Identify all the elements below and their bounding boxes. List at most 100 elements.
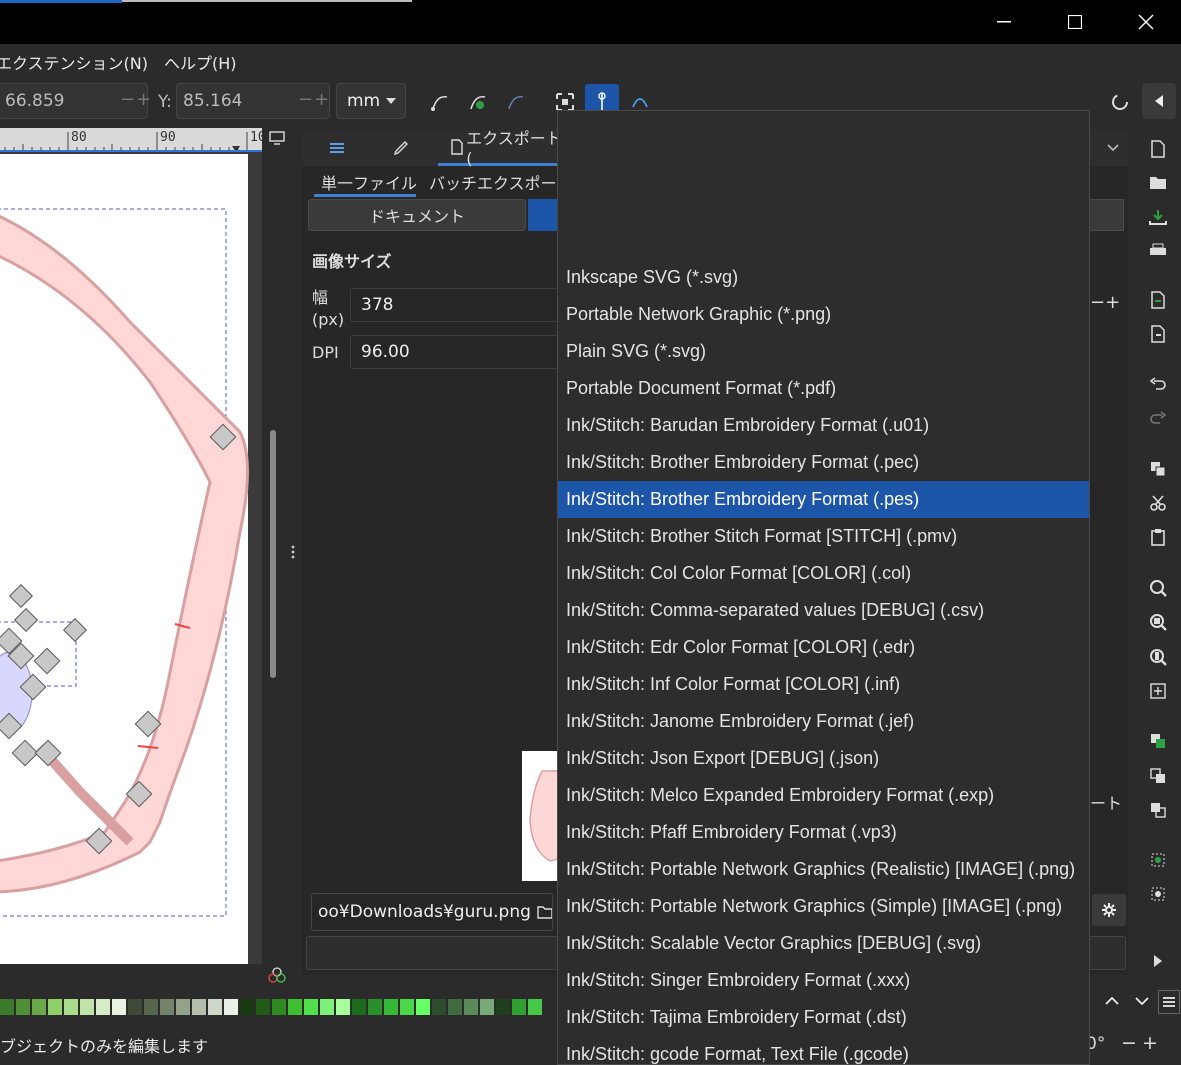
file-type-option[interactable]: Inkscape SVG (*.svg) bbox=[558, 259, 1089, 296]
display-mode-button[interactable] bbox=[266, 128, 288, 148]
area-page-button[interactable] bbox=[528, 199, 558, 231]
tab-layers[interactable] bbox=[318, 130, 356, 166]
clone-button[interactable] bbox=[1147, 765, 1169, 787]
palette-swatch[interactable] bbox=[496, 999, 510, 1015]
width-increment-button[interactable]: + bbox=[1105, 292, 1120, 313]
node-tool-1-button[interactable] bbox=[428, 90, 452, 114]
cut-button[interactable] bbox=[1147, 492, 1169, 514]
print-button[interactable] bbox=[1147, 240, 1169, 262]
palette-swatch[interactable] bbox=[80, 999, 94, 1015]
palette-swatch[interactable] bbox=[160, 999, 174, 1015]
palette-swatch[interactable] bbox=[208, 999, 222, 1015]
unit-select[interactable]: mm bbox=[336, 83, 406, 119]
palette-swatch[interactable] bbox=[128, 999, 142, 1015]
node-tool-2-button[interactable] bbox=[466, 90, 490, 114]
palette-swatch[interactable] bbox=[464, 999, 478, 1015]
file-type-option[interactable]: Ink/Stitch: Json Export [DEBUG] (.json) bbox=[558, 740, 1089, 777]
palette-swatch[interactable] bbox=[320, 999, 334, 1015]
palette-swatch[interactable] bbox=[480, 999, 494, 1015]
y-increment-button[interactable]: + bbox=[314, 89, 329, 110]
tab-batch-export[interactable]: バッチエクスポート bbox=[429, 170, 573, 194]
canvas-vertical-scrollbar[interactable] bbox=[270, 430, 276, 678]
file-type-option[interactable]: Ink/Stitch: Melco Expanded Embroidery Fo… bbox=[558, 777, 1089, 814]
dialog-menu-button[interactable] bbox=[1098, 134, 1128, 162]
area-document-button[interactable]: ドキュメント bbox=[308, 199, 526, 231]
width-stepper[interactable]: −+ bbox=[1090, 292, 1120, 313]
palette-swatch[interactable] bbox=[16, 999, 30, 1015]
palette-swatch[interactable] bbox=[272, 999, 286, 1015]
more-commands-button[interactable] bbox=[1147, 950, 1169, 972]
palette-swatch[interactable] bbox=[112, 999, 126, 1015]
palette-swatch[interactable] bbox=[416, 999, 430, 1015]
palette-swatch[interactable] bbox=[0, 999, 14, 1015]
palette-swatch[interactable] bbox=[384, 999, 398, 1015]
tab-fill-stroke[interactable] bbox=[382, 130, 420, 166]
rotation-increment-button[interactable]: + bbox=[1142, 1032, 1158, 1054]
dpi-input[interactable]: 96.00 bbox=[350, 335, 560, 369]
file-type-option[interactable]: Ink/Stitch: Janome Embroidery Format (.j… bbox=[558, 703, 1089, 740]
zoom-center-button[interactable] bbox=[1147, 680, 1169, 702]
color-palette[interactable] bbox=[0, 999, 560, 1017]
duplicate-button[interactable] bbox=[1147, 730, 1169, 752]
x-increment-button[interactable]: + bbox=[136, 89, 151, 110]
minimize-button[interactable] bbox=[969, 0, 1039, 44]
palette-swatch[interactable] bbox=[528, 999, 542, 1015]
zoom-page-button[interactable] bbox=[1147, 646, 1169, 668]
menu-help[interactable]: ヘルプ(H) bbox=[156, 50, 245, 74]
save-button[interactable] bbox=[1147, 206, 1169, 228]
color-manage-button[interactable] bbox=[266, 965, 288, 985]
palette-swatch[interactable] bbox=[96, 999, 110, 1015]
copy-button[interactable] bbox=[1147, 458, 1169, 480]
palette-swatch[interactable] bbox=[336, 999, 350, 1015]
palette-swatch[interactable] bbox=[176, 999, 190, 1015]
file-type-option[interactable]: Ink/Stitch: Brother Stitch Format [STITC… bbox=[558, 518, 1089, 555]
palette-swatch[interactable] bbox=[192, 999, 206, 1015]
file-type-option[interactable]: Portable Document Format (*.pdf) bbox=[558, 370, 1089, 407]
palette-scroll-down-button[interactable] bbox=[1130, 990, 1154, 1012]
menu-extensions[interactable]: エクステンション(N) bbox=[0, 50, 156, 74]
palette-swatch[interactable] bbox=[48, 999, 62, 1015]
import-button[interactable] bbox=[1147, 289, 1169, 311]
file-type-option[interactable]: Portable Network Graphic (*.png) bbox=[558, 296, 1089, 333]
rotation-decrement-button[interactable]: − bbox=[1121, 1032, 1137, 1054]
width-decrement-button[interactable]: − bbox=[1090, 292, 1105, 313]
palette-scroll-up-button[interactable] bbox=[1100, 990, 1124, 1012]
y-decrement-button[interactable]: − bbox=[298, 89, 313, 110]
file-type-option[interactable]: Ink/Stitch: Pfaff Embroidery Format (.vp… bbox=[558, 814, 1089, 851]
file-type-option[interactable]: Ink/Stitch: Col Color Format [COLOR] (.c… bbox=[558, 555, 1089, 592]
export-button-label-partial[interactable]: ート bbox=[1090, 790, 1122, 814]
palette-swatch[interactable] bbox=[352, 999, 366, 1015]
file-type-option[interactable]: Ink/Stitch: Comma-separated values [DEBU… bbox=[558, 592, 1089, 629]
ungroup-button[interactable] bbox=[1147, 883, 1169, 905]
palette-swatch[interactable] bbox=[368, 999, 382, 1015]
palette-swatch[interactable] bbox=[256, 999, 270, 1015]
file-type-option[interactable]: Plain SVG (*.svg) bbox=[558, 333, 1089, 370]
expand-toolbar-button[interactable] bbox=[1142, 83, 1176, 119]
file-type-option[interactable]: Ink/Stitch: Brother Embroidery Format (.… bbox=[558, 444, 1089, 481]
drawing-canvas[interactable] bbox=[0, 152, 262, 964]
palette-swatch[interactable] bbox=[144, 999, 158, 1015]
width-input[interactable]: 378 bbox=[350, 288, 560, 322]
file-type-option[interactable]: Ink/Stitch: gcode Format, Text File (.gc… bbox=[558, 1036, 1089, 1064]
tab-export[interactable]: エクスポート( bbox=[438, 129, 562, 168]
file-type-option[interactable]: Ink/Stitch: Portable Network Graphics (S… bbox=[558, 888, 1089, 925]
palette-swatch[interactable] bbox=[448, 999, 462, 1015]
filename-input[interactable]: oo¥Downloads¥guru.png bbox=[311, 893, 553, 931]
new-document-button[interactable] bbox=[1147, 138, 1169, 160]
palette-swatch[interactable] bbox=[64, 999, 78, 1015]
open-button[interactable] bbox=[1147, 172, 1169, 194]
file-type-option[interactable]: Ink/Stitch: Barudan Embroidery Format (.… bbox=[558, 407, 1089, 444]
file-type-option[interactable]: Ink/Stitch: Edr Color Format [COLOR] (.e… bbox=[558, 629, 1089, 666]
export-settings-button[interactable] bbox=[1092, 894, 1126, 926]
snap-toggle-button[interactable] bbox=[1108, 90, 1132, 114]
palette-swatch[interactable] bbox=[240, 999, 254, 1015]
x-decrement-button[interactable]: − bbox=[120, 89, 135, 110]
panel-resize-handle[interactable] bbox=[291, 545, 297, 563]
file-type-option[interactable]: Ink/Stitch: Tajima Embroidery Format (.d… bbox=[558, 999, 1089, 1036]
palette-swatch[interactable] bbox=[432, 999, 446, 1015]
file-type-option[interactable]: Ink/Stitch: Singer Embroidery Format (.x… bbox=[558, 962, 1089, 999]
area-custom-button[interactable] bbox=[1088, 199, 1124, 231]
palette-swatch[interactable] bbox=[400, 999, 414, 1015]
redo-button[interactable] bbox=[1147, 407, 1169, 429]
export-button[interactable] bbox=[1147, 323, 1169, 345]
